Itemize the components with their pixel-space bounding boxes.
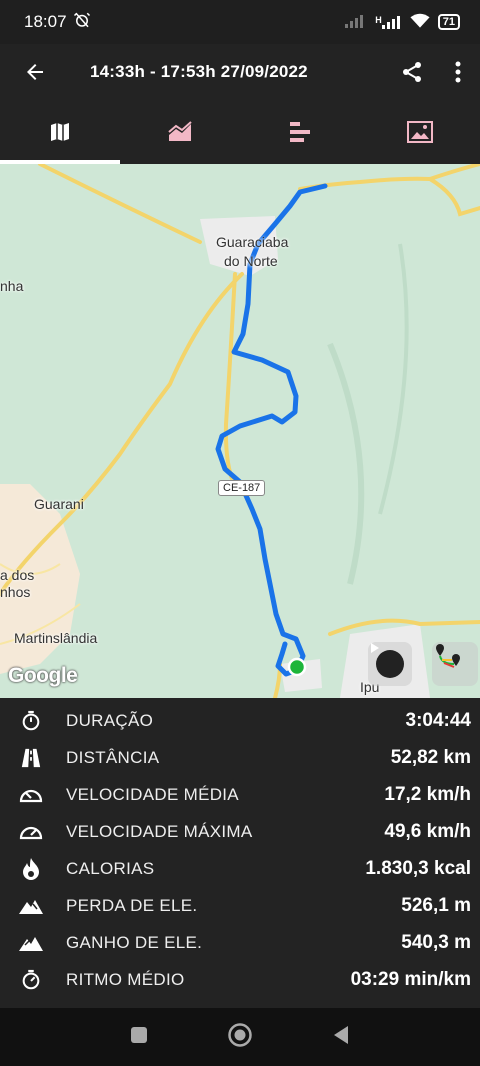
app-bar: 14:33h - 17:53h 27/09/2022 bbox=[0, 44, 480, 100]
map-label-guaraciaba: Guaraciaba bbox=[216, 234, 289, 250]
stat-value: 1.830,3 kcal bbox=[365, 857, 471, 879]
stopwatch-icon bbox=[18, 708, 44, 734]
image-icon bbox=[407, 121, 433, 143]
map-label-do-norte: do Norte bbox=[224, 253, 278, 269]
flame-icon bbox=[18, 856, 44, 882]
alarm-off-icon bbox=[73, 11, 91, 34]
tab-photos[interactable] bbox=[360, 100, 480, 164]
stat-label: PERDA DE ELE. bbox=[66, 895, 198, 915]
stat-row-elevation-loss: PERDA DE ELE. 526,1 m bbox=[0, 887, 480, 924]
stat-label: CALORIAS bbox=[66, 858, 155, 878]
triangle-back-icon bbox=[334, 1025, 349, 1044]
tab-laps[interactable] bbox=[240, 100, 360, 164]
mountain-up-icon bbox=[18, 930, 44, 956]
area-chart-icon bbox=[168, 121, 192, 141]
stat-row-distance: DISTÂNCIA 52,82 km bbox=[0, 739, 480, 776]
stat-value: 17,2 km/h bbox=[384, 783, 471, 805]
recents-button[interactable] bbox=[130, 1026, 148, 1049]
stat-value: 526,1 m bbox=[401, 894, 471, 916]
speedometer-icon bbox=[18, 782, 44, 808]
tab-chart[interactable] bbox=[120, 100, 240, 164]
more-vert-icon bbox=[455, 61, 461, 83]
stat-row-elevation-gain: GANHO DE ELE. 540,3 m bbox=[0, 924, 480, 961]
tab-bar bbox=[0, 100, 480, 164]
stats-panel: DURAÇÃO 3:04:44 DISTÂNCIA 52,82 km VELOC… bbox=[0, 698, 480, 1008]
stat-value: 49,6 km/h bbox=[384, 820, 471, 842]
stat-label: RITMO MÉDIO bbox=[66, 969, 185, 989]
route-map[interactable]: Guaraciaba do Norte nha Guarani a dos nh… bbox=[0, 164, 480, 698]
stat-label: DISTÂNCIA bbox=[66, 747, 160, 767]
speedometer-max-icon bbox=[18, 819, 44, 845]
arrow-back-icon bbox=[27, 64, 43, 80]
road-icon bbox=[18, 745, 44, 771]
home-circle-icon bbox=[228, 1022, 252, 1047]
map-icon bbox=[51, 123, 69, 141]
more-options-button[interactable] bbox=[436, 44, 480, 100]
signal-icon bbox=[345, 14, 367, 31]
route-markers-icon bbox=[436, 644, 460, 668]
bars-icon bbox=[290, 122, 310, 142]
stat-value: 03:29 min/km bbox=[350, 968, 471, 990]
stat-label: DURAÇÃO bbox=[66, 710, 154, 730]
stat-value: 3:04:44 bbox=[405, 709, 472, 731]
share-button[interactable] bbox=[388, 44, 436, 100]
stat-row-avg-pace: RITMO MÉDIO 03:29 min/km bbox=[0, 961, 480, 998]
play-icon bbox=[371, 643, 404, 678]
map-label-nhos: nhos bbox=[0, 584, 31, 600]
back-button[interactable] bbox=[0, 44, 70, 100]
back-nav-button[interactable] bbox=[332, 1025, 350, 1050]
stat-row-avg-speed: VELOCIDADE MÉDIA 17,2 km/h bbox=[0, 776, 480, 813]
battery-icon: 71 bbox=[437, 14, 460, 30]
stat-row-calories: CALORIAS 1.830,3 kcal bbox=[0, 850, 480, 887]
system-nav-bar bbox=[0, 1008, 480, 1066]
status-time: 18:07 bbox=[24, 12, 67, 31]
map-label-martinslandia: Martinslândia bbox=[14, 630, 98, 646]
square-icon bbox=[130, 1026, 147, 1043]
tab-map[interactable] bbox=[0, 100, 120, 164]
wifi-icon bbox=[410, 13, 430, 32]
map-label-dos: a dos bbox=[0, 567, 35, 583]
signal-h-icon: H bbox=[375, 15, 402, 29]
stat-label: VELOCIDADE MÉDIA bbox=[66, 784, 239, 804]
stat-row-max-speed: VELOCIDADE MÁXIMA 49,6 km/h bbox=[0, 813, 480, 850]
stat-row-duration: DURAÇÃO 3:04:44 bbox=[0, 702, 480, 739]
pace-icon bbox=[18, 967, 44, 993]
home-button[interactable] bbox=[227, 1022, 253, 1053]
stat-label: GANHO DE ELE. bbox=[66, 932, 203, 952]
play-route-button[interactable] bbox=[368, 642, 412, 686]
google-attribution: Google bbox=[8, 664, 78, 687]
share-icon bbox=[403, 62, 421, 82]
map-label-nha: nha bbox=[0, 278, 24, 294]
stat-value: 540,3 m bbox=[401, 931, 471, 953]
mountain-down-icon bbox=[18, 893, 44, 919]
stat-label: VELOCIDADE MÁXIMA bbox=[66, 821, 253, 841]
status-bar: 18:07 H 71 bbox=[0, 0, 480, 44]
map-layers-button[interactable] bbox=[432, 642, 478, 686]
activity-title: 14:33h - 17:53h 27/09/2022 bbox=[90, 62, 308, 81]
stat-value: 52,82 km bbox=[390, 746, 471, 768]
map-label-guarani: Guarani bbox=[34, 496, 84, 512]
road-shield: CE-187 bbox=[218, 480, 266, 496]
